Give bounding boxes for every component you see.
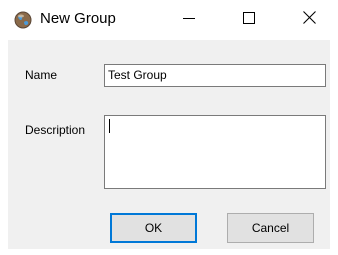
- ok-button[interactable]: OK: [110, 213, 197, 243]
- name-field[interactable]: Test Group: [104, 64, 326, 87]
- maximize-button[interactable]: [226, 0, 272, 40]
- cancel-button[interactable]: Cancel: [227, 213, 314, 243]
- description-label: Description: [25, 123, 86, 137]
- globe-icon: [14, 11, 32, 29]
- text-caret: [109, 119, 110, 133]
- window-title: New Group: [40, 10, 116, 27]
- new-group-dialog: New Group Name Test Group Description OK…: [0, 0, 338, 255]
- dialog-client-area: Name Test Group Description OK Cancel: [8, 40, 330, 249]
- name-label: Name: [25, 68, 58, 82]
- minimize-icon: [183, 11, 195, 29]
- maximize-icon: [243, 11, 255, 29]
- description-field[interactable]: [104, 115, 326, 189]
- title-bar[interactable]: New Group: [0, 0, 338, 40]
- close-button[interactable]: [286, 0, 332, 40]
- minimize-button[interactable]: [166, 0, 212, 40]
- close-icon: [302, 11, 316, 29]
